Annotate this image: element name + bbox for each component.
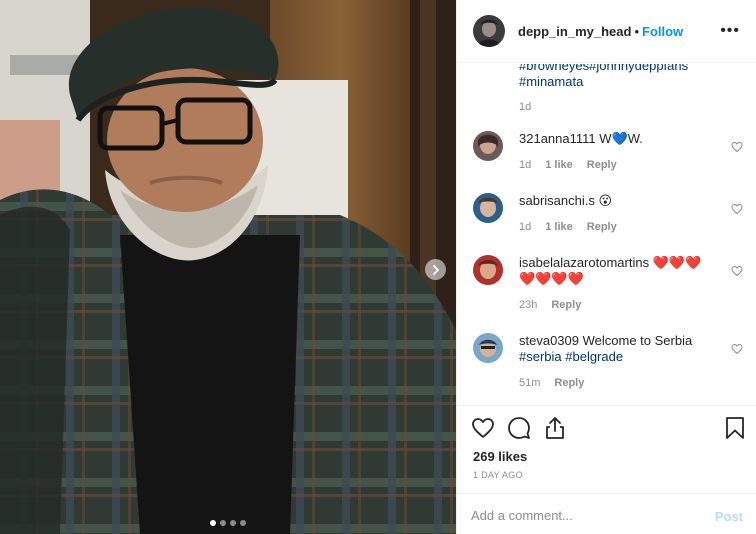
small-heart-icon[interactable] xyxy=(731,343,743,355)
caption-timestamp[interactable]: 1d xyxy=(519,101,531,113)
carousel-dot xyxy=(220,520,226,526)
commenter-avatar[interactable] xyxy=(473,193,503,223)
commenter-avatar[interactable] xyxy=(473,131,503,161)
comment-reply-button[interactable]: Reply xyxy=(587,221,617,233)
comment-time[interactable]: 1d xyxy=(519,221,531,233)
follow-button[interactable]: Follow xyxy=(642,24,683,39)
commenter-username[interactable]: steva0309 xyxy=(519,333,579,348)
author-username[interactable]: depp_in_my_head xyxy=(518,24,631,39)
comment-time[interactable]: 51m xyxy=(519,377,540,389)
small-heart-icon[interactable] xyxy=(731,265,743,277)
avatar-image xyxy=(473,15,505,47)
commenter-username[interactable]: isabelalazarotomartins xyxy=(519,255,649,270)
post-comment-button[interactable]: Post xyxy=(715,509,743,524)
comment-text: W💙W. xyxy=(599,131,643,146)
small-heart-icon[interactable] xyxy=(731,141,743,153)
caption-hashtags-line[interactable]: #browneyes#johnnydeppfans xyxy=(519,64,688,74)
commenter-avatar[interactable] xyxy=(473,255,503,285)
comment-text: Welcome to Serbia xyxy=(582,333,693,348)
caption-hashtags-line[interactable]: #minamata xyxy=(519,74,688,90)
comment-like-count[interactable]: 1 like xyxy=(545,159,573,171)
small-heart-icon[interactable] xyxy=(731,203,743,215)
comment-item: steva0309 Welcome to Serbia #serbia #bel… xyxy=(473,333,743,389)
commenter-username[interactable]: sabrisanchi.s xyxy=(519,193,595,208)
comment-text: 😮 xyxy=(598,193,613,208)
comment-like-count[interactable]: 1 like xyxy=(545,221,573,233)
avatar-image xyxy=(473,255,503,285)
carousel-dot xyxy=(210,520,216,526)
comment-reply-button[interactable]: Reply xyxy=(551,299,581,311)
comment-time[interactable]: 23h xyxy=(519,299,537,311)
add-comment-bar: Post xyxy=(457,493,756,534)
avatar-image xyxy=(473,333,503,363)
comment-text: ❤️❤️❤️ xyxy=(652,255,702,270)
commenter-avatar[interactable] xyxy=(473,333,503,363)
comment-icon[interactable] xyxy=(507,416,531,440)
separator-dot: • xyxy=(634,23,639,39)
post-actions: 269 likes 1 DAY AGO Post xyxy=(457,405,756,534)
post-side-panel: depp_in_my_head • Follow ••• #browneyes#… xyxy=(456,0,756,534)
share-icon[interactable] xyxy=(543,416,567,440)
post-photo[interactable] xyxy=(0,0,456,534)
post-timestamp[interactable]: 1 DAY AGO xyxy=(473,470,523,480)
author-avatar[interactable] xyxy=(473,15,505,47)
commenter-username[interactable]: 321anna1111 xyxy=(519,131,596,146)
comment-item: 321anna1111 W💙W. 1d 1 like Reply xyxy=(473,131,743,171)
comment-time[interactable]: 1d xyxy=(519,159,531,171)
heart-icon[interactable] xyxy=(471,416,495,440)
comment-input[interactable] xyxy=(471,508,691,523)
comment-item: sabrisanchi.s 😮 1d 1 like Reply xyxy=(473,193,743,233)
carousel-next-button[interactable] xyxy=(425,259,446,280)
comment-reply-button[interactable]: Reply xyxy=(554,377,584,389)
likes-count[interactable]: 269 likes xyxy=(473,449,527,464)
avatar-image xyxy=(473,193,503,223)
more-options-icon[interactable]: ••• xyxy=(720,23,740,39)
carousel-indicator xyxy=(0,520,456,526)
action-icons-row xyxy=(471,416,747,442)
comment-item: isabelalazarotomartins ❤️❤️❤️ ❤️❤️❤️❤️ 2… xyxy=(473,255,743,311)
photo-image xyxy=(0,0,456,534)
post-header: depp_in_my_head • Follow ••• xyxy=(457,0,756,63)
avatar-image xyxy=(473,131,503,161)
comment-hashtags[interactable]: #serbia #belgrade xyxy=(519,349,623,364)
chevron-right-icon xyxy=(432,264,439,275)
comments-list[interactable]: #browneyes#johnnydeppfans #minamata 1d 3… xyxy=(457,64,756,405)
bookmark-icon[interactable] xyxy=(723,416,747,440)
comment-reply-button[interactable]: Reply xyxy=(587,159,617,171)
carousel-dot xyxy=(230,520,236,526)
carousel-dot xyxy=(240,520,246,526)
caption-text: #browneyes#johnnydeppfans #minamata xyxy=(519,64,688,90)
comment-text-continued: ❤️❤️❤️❤️ xyxy=(519,271,584,286)
